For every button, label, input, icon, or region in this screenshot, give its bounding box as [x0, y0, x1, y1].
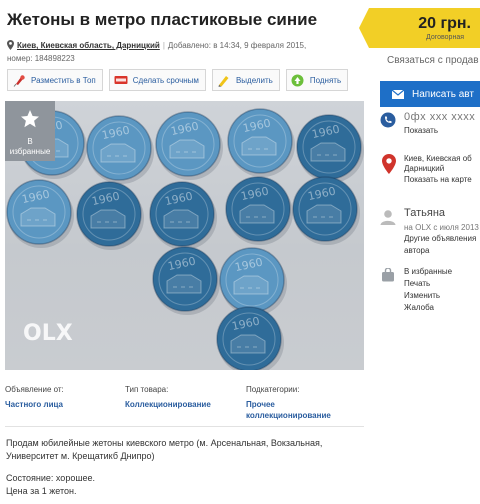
- description-line: Продам юбилейные жетоны киевского метро …: [6, 438, 323, 448]
- star-icon: [21, 110, 39, 128]
- metro-token: 1960: [152, 246, 220, 315]
- details-divider: [5, 426, 364, 427]
- subcategory-value-line1: Прочее: [246, 400, 275, 409]
- phone-number-masked: 0фх ххх хххх: [404, 111, 476, 123]
- favorites-label-line1: В: [27, 137, 33, 146]
- show-phone-link[interactable]: Показать: [404, 126, 438, 136]
- description-line: Университет м. Крещатикб Днипро): [6, 451, 155, 461]
- highlight-button[interactable]: Выделить: [211, 69, 280, 91]
- listing-number: номер: 184898223: [7, 54, 75, 63]
- top-pin-icon: [12, 73, 26, 87]
- seller-name: Татьяна: [404, 207, 446, 219]
- meta-separator: |: [162, 41, 165, 50]
- subcategory-value-line2: коллекционирование: [246, 411, 331, 420]
- favorites-label-line2: избранные: [9, 147, 51, 156]
- listing-photo[interactable]: 1960 1960 1960 1960 1960 1960 1960 1960 1960 1960…: [5, 101, 364, 370]
- raise-label: Поднять: [309, 75, 342, 85]
- message-author-label: Написать авт: [412, 88, 474, 100]
- seller-since: на OLX с июля 2013: [404, 223, 479, 232]
- price-value: 20 грн.: [418, 15, 471, 32]
- metro-token: 1960: [149, 181, 217, 250]
- metro-token: 1960: [292, 176, 360, 245]
- address-line1: Киев, Киевская об: [404, 154, 472, 163]
- report-link[interactable]: Жалоба: [404, 303, 434, 313]
- detail-ad-from: Объявление от: Частного лица: [5, 384, 64, 410]
- metro-token: 1960: [219, 247, 287, 316]
- metro-token: 1960: [216, 306, 284, 370]
- envelope-icon: [392, 89, 404, 99]
- description-paragraph: Состояние: хорошее. Цена за 1 жетон.: [6, 472, 361, 498]
- added-date: Добавлено: в 14:34, 9 февраля 2015,: [167, 41, 307, 50]
- map-pin-icon: [382, 154, 396, 174]
- listing-title: Жетоны в метро пластиковые синие: [7, 10, 318, 29]
- metro-token: 1960: [76, 181, 144, 250]
- print-link[interactable]: Печать: [404, 279, 430, 289]
- message-author-button[interactable]: Написать авт: [380, 81, 480, 107]
- metro-token: 1960: [155, 111, 223, 180]
- ad-from-value[interactable]: Частного лица: [5, 399, 64, 410]
- metro-token: 1960: [296, 114, 364, 183]
- ad-from-label: Объявление от:: [5, 385, 64, 394]
- ad-tools-row: В избранные Печать Изменить Жалоба: [380, 267, 480, 317]
- show-on-map-link[interactable]: Показать на карте: [404, 175, 472, 185]
- phone-row: 0фх ххх хххх Показать: [380, 112, 480, 138]
- metro-token: 1960: [86, 115, 154, 184]
- make-urgent-label: Сделать срочным: [132, 75, 199, 85]
- seller-row: Татьяна на OLX с июля 2013 Другие объявл…: [380, 208, 480, 258]
- detail-type: Тип товара: Коллекционирование: [125, 384, 211, 410]
- user-avatar-icon: [380, 210, 396, 225]
- make-urgent-button[interactable]: Сделать срочным: [108, 69, 206, 91]
- type-label: Тип товара:: [125, 385, 169, 394]
- olx-watermark: OLX: [23, 321, 73, 346]
- type-value[interactable]: Коллекционирование: [125, 399, 211, 410]
- promo-actions: Разместить в Топ Сделать срочным Выделит…: [7, 69, 349, 91]
- phone-icon: [380, 112, 396, 128]
- listing-description: Продам юбилейные жетоны киевского метро …: [6, 437, 361, 504]
- description-paragraph: Продам юбилейные жетоны киевского метро …: [6, 437, 361, 463]
- description-line: Цена за 1 жетон.: [6, 486, 77, 496]
- contact-seller-hint: Связаться с продав: [387, 55, 479, 66]
- detail-subcategory: Подкатегории: Прочее коллекционирование: [246, 384, 331, 421]
- listing-meta: Киев, Киевская область, Дарницкий | Добавл…: [7, 39, 362, 65]
- subcategory-label: Подкатегории:: [246, 385, 300, 394]
- highlighter-icon: [217, 73, 231, 87]
- metro-token: 1960: [227, 108, 295, 177]
- location-link[interactable]: Киев, Киевская область, Дарницкий: [17, 41, 160, 50]
- raise-button[interactable]: Поднять: [285, 69, 349, 91]
- add-to-favorites-badge[interactable]: В избранные: [5, 101, 55, 161]
- place-in-top-label: Разместить в Топ: [31, 75, 96, 85]
- address-line2: Дарницкий: [404, 164, 445, 173]
- price-box: 20 грн. Договорная: [359, 8, 480, 48]
- metro-token: 1960: [6, 179, 74, 248]
- other-ads-link-line2[interactable]: автора: [404, 246, 429, 256]
- place-in-top-button[interactable]: Разместить в Топ: [7, 69, 103, 91]
- metro-token: 1960: [225, 176, 293, 245]
- urgent-tag-icon: [114, 73, 128, 87]
- raise-icon: [291, 73, 305, 87]
- location-pin-icon: [7, 40, 14, 50]
- address-row: Киев, Киевская об Дарницкий Показать на …: [380, 154, 480, 190]
- edit-link[interactable]: Изменить: [404, 291, 440, 301]
- add-to-favorites-link[interactable]: В избранные: [404, 267, 452, 277]
- price-negotiable-note: Договорная: [426, 34, 464, 41]
- other-ads-link-line1[interactable]: Другие объявления: [404, 234, 476, 244]
- favorites-bag-icon: [382, 268, 394, 282]
- highlight-label: Выделить: [235, 75, 273, 85]
- description-line: Состояние: хорошее.: [6, 473, 96, 483]
- subcategory-value[interactable]: Прочее коллекционирование: [246, 399, 331, 421]
